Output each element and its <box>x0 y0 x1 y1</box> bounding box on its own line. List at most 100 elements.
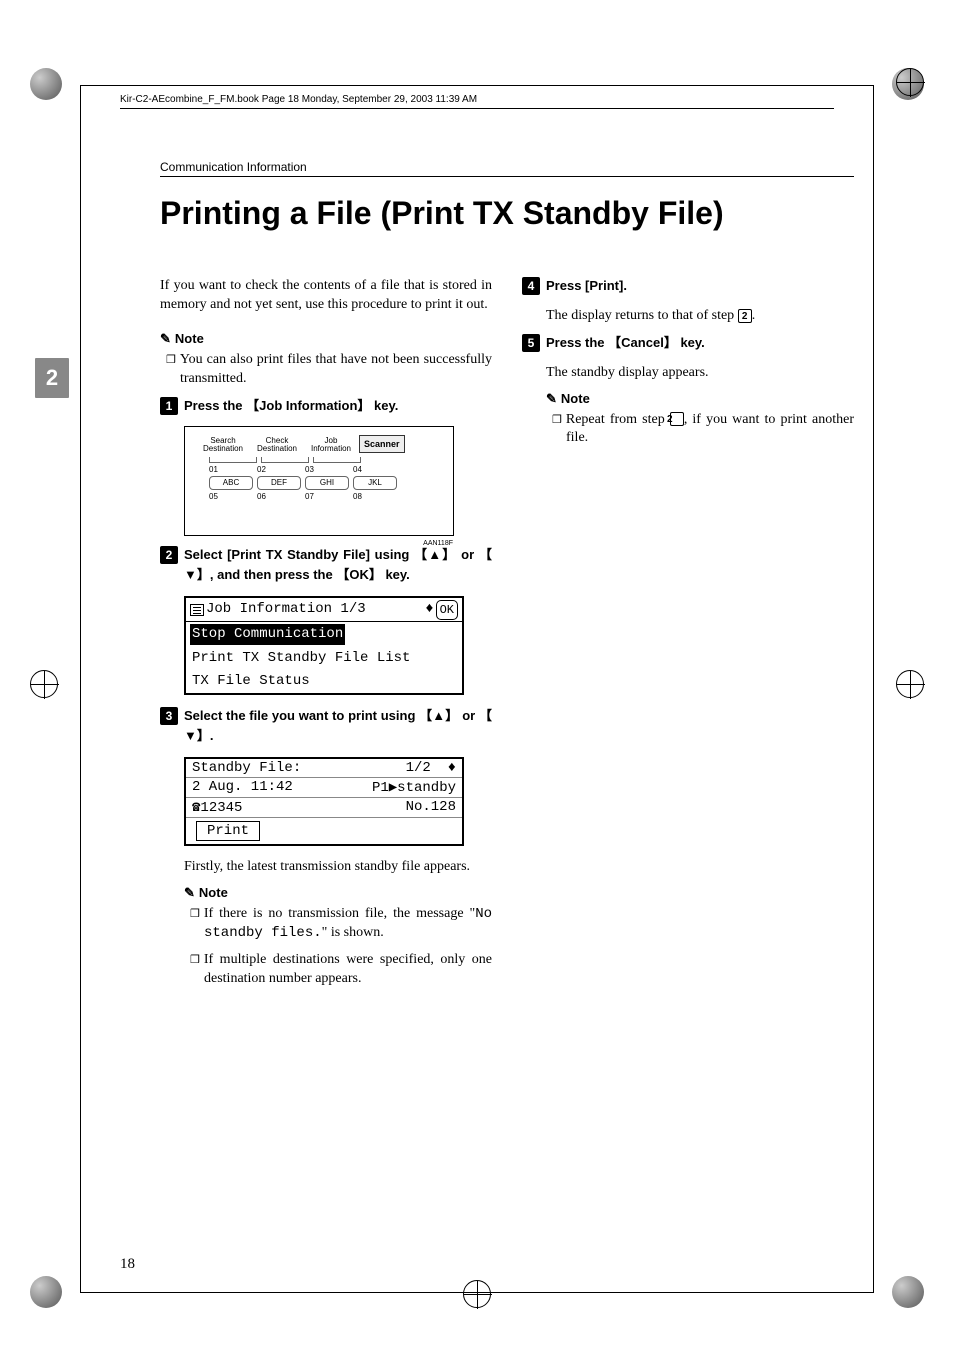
note-text: If there is no transmission file, the me… <box>204 906 475 921</box>
lcd-value: ☎12345 <box>192 799 242 816</box>
lcd-value: 2 Aug. 11:42 <box>192 779 293 796</box>
step-4: 4 Press [Print]. <box>522 277 854 297</box>
body-text: Firstly, the latest transmission standby… <box>160 858 492 877</box>
page-content: Communication Information Printing a Fil… <box>160 160 854 996</box>
step-number-icon: 1 <box>160 397 178 415</box>
note-text: Repeat from step <box>566 412 670 427</box>
note-item: ❒You can also print files that have not … <box>160 351 492 389</box>
step-text: key. <box>382 567 410 582</box>
step-number-icon: 2 <box>160 546 178 564</box>
pencil-icon: ✎ <box>546 391 557 407</box>
step-text: [Print TX Standby File] <box>227 547 370 562</box>
step-number-icon: 5 <box>522 334 540 352</box>
step-text: key. <box>370 398 398 413</box>
lcd-value: No.128 <box>406 799 456 816</box>
panel-key: JKL <box>353 476 397 490</box>
lcd-title-row: Job Information 1/3 ♦ OK <box>186 598 462 622</box>
left-column: If you want to check the contents of a f… <box>160 277 492 996</box>
note-item: ❒If there is no transmission file, the m… <box>184 905 492 943</box>
step-text: [Print] <box>585 278 623 293</box>
lcd-item: TX File Status <box>186 670 462 693</box>
step-number-icon: 4 <box>522 277 540 295</box>
note-text: " is shown. <box>322 925 384 940</box>
lcd-row: ☎12345 No.128 <box>186 798 462 818</box>
step-2: 2 Select [Print TX Standby File] using 【… <box>160 546 492 586</box>
control-panel-illustration: Search Destination Check Destination Job… <box>184 426 454 536</box>
step-text: Press <box>546 278 585 293</box>
step-1: 1 Press the 【Job Information】 key. <box>160 397 492 417</box>
panel-label: Check Destination <box>251 437 303 453</box>
note-text: You can also print files that have not b… <box>180 352 492 386</box>
divider <box>120 108 834 109</box>
step-text: Select the file you want to print using <box>184 708 419 723</box>
lcd-label: Standby File: <box>192 760 301 776</box>
lcd-item: Print TX Standby File List <box>186 647 462 670</box>
panel-tab-icon <box>313 457 361 463</box>
panel-tab-icon <box>261 457 309 463</box>
step-text: Press the <box>184 398 246 413</box>
crosshair-icon <box>30 670 58 698</box>
panel-cell: 02 <box>257 465 301 474</box>
lcd-page: 1/2 <box>406 760 431 776</box>
step-number-icon: 3 <box>160 707 178 725</box>
note-heading: ✎ Note <box>160 331 492 347</box>
crosshair-icon <box>896 670 924 698</box>
right-column: 4 Press [Print]. The display returns to … <box>522 277 854 996</box>
step-text: Select <box>184 547 227 562</box>
note-heading: ✎ Note <box>184 885 492 901</box>
step-ref-icon: 2 <box>670 412 684 426</box>
lcd-screen-2: Standby File: 1/2 ♦ 2 Aug. 11:42 P1▶stan… <box>184 757 464 846</box>
step-text: using <box>370 547 414 562</box>
key-label: Job Information <box>259 398 357 413</box>
step-text: or <box>458 708 479 723</box>
print-softkey: Print <box>196 821 260 841</box>
ok-icon: OK <box>436 600 458 620</box>
panel-label: Job Information <box>305 437 357 453</box>
step-text: . <box>623 278 627 293</box>
panel-cell: 01 <box>209 465 253 474</box>
step-text: . <box>210 728 214 743</box>
key-label: Cancel <box>621 335 664 350</box>
chapter-tab: 2 <box>35 358 69 398</box>
step-text: or <box>456 547 479 562</box>
panel-cell: 03 <box>305 465 349 474</box>
down-arrow-icon: ▼ <box>184 566 197 584</box>
body-text-part: The display returns to that of step <box>546 308 738 323</box>
body-text-part: . <box>752 308 756 323</box>
page-title: Printing a File (Print TX Standby File) <box>160 195 854 232</box>
panel-label: Search Destination <box>197 437 249 453</box>
panel-cell: 04 <box>353 465 397 474</box>
running-header: Communication Information <box>160 160 854 177</box>
panel-cell: 07 <box>305 492 349 501</box>
note-heading: ✎ Note <box>546 391 854 407</box>
lcd-value: P1▶standby <box>372 779 456 796</box>
lcd-item-selected: Stop Communication <box>190 624 345 645</box>
lcd-row: 2 Aug. 11:42 P1▶standby <box>186 778 462 798</box>
panel-key: ABC <box>209 476 253 490</box>
pencil-icon: ✎ <box>184 885 195 901</box>
crop-globe-icon <box>30 1276 62 1308</box>
body-text: The standby display appears. <box>522 364 854 383</box>
crop-globe-icon <box>30 68 62 100</box>
key-label: OK <box>349 567 369 582</box>
panel-key: GHI <box>305 476 349 490</box>
updown-icon: ♦ <box>448 760 456 776</box>
book-header: Kir-C2-AEcombine_F_FM.book Page 18 Monda… <box>120 94 477 105</box>
body-text: The display returns to that of step 2. <box>522 307 854 326</box>
note-label: Note <box>199 885 228 900</box>
step-text: , and then press the <box>210 567 336 582</box>
note-text: If multiple destinations were specified,… <box>204 952 492 986</box>
updown-icon: ♦ <box>425 599 433 620</box>
crop-globe-icon <box>892 1276 924 1308</box>
down-arrow-icon: ▼ <box>184 727 197 745</box>
lcd-row: Print <box>186 818 462 844</box>
lcd-screen-1: Job Information 1/3 ♦ OK Stop Communicat… <box>184 596 464 695</box>
panel-cell: 08 <box>353 492 397 501</box>
crosshair-icon <box>896 68 924 96</box>
note-item: ❒Repeat from step 2, if you want to prin… <box>546 411 854 449</box>
step-ref-icon: 2 <box>738 309 752 323</box>
panel-cell: 06 <box>257 492 301 501</box>
step-5: 5 Press the 【Cancel】 key. <box>522 334 854 354</box>
note-label: Note <box>561 391 590 406</box>
up-arrow-icon: ▲ <box>428 546 441 564</box>
